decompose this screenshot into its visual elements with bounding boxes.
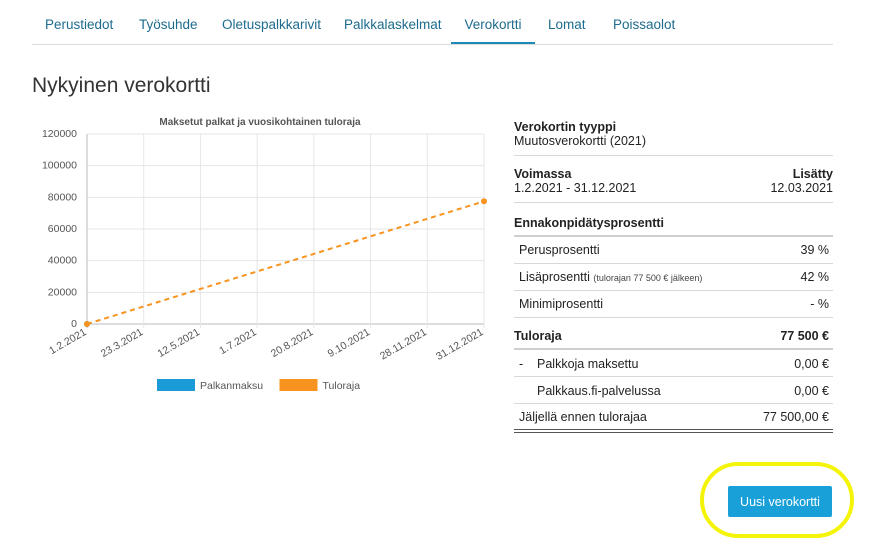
x-tick-label: 23.3.2021 xyxy=(99,326,146,360)
x-tick-label: 1.2.2021 xyxy=(47,326,89,357)
chart-grid xyxy=(86,133,485,328)
service-value: 0,00 € xyxy=(794,384,829,398)
x-tick-label: 9.10.2021 xyxy=(326,326,373,360)
tab-verokortti[interactable]: Verokortti xyxy=(451,0,535,44)
legend-label: Palkanmaksu xyxy=(200,380,263,392)
divider xyxy=(514,348,833,350)
tab-perustiedot[interactable]: Perustiedot xyxy=(45,0,113,43)
chart-legend: Palkanmaksu Tuloraja xyxy=(157,379,360,392)
divider xyxy=(514,317,833,318)
base-percent-value: 39 % xyxy=(800,243,830,257)
series-line xyxy=(86,200,485,325)
min-percent-value: - % xyxy=(810,297,829,311)
tab-tyosuhde[interactable]: Työsuhde xyxy=(139,0,198,43)
divider xyxy=(514,290,833,291)
tab-lomat[interactable]: Lomat xyxy=(548,0,586,43)
tab-palkkalaskelmat[interactable]: Palkkalaskelmat xyxy=(344,0,442,43)
divider xyxy=(514,403,833,404)
y-tick-label: 80000 xyxy=(48,191,77,203)
chart-title: Maksetut palkat ja vuosikohtainen tulora… xyxy=(159,117,361,128)
extra-percent-note: (tulorajan 77 500 € jälkeen) xyxy=(593,273,703,283)
x-tick-label: 1.7.2021 xyxy=(217,326,259,357)
divider xyxy=(514,263,833,264)
min-percent-label: Minimiprosentti xyxy=(519,297,604,311)
base-percent-label: Perusprosentti xyxy=(519,243,600,257)
data-point xyxy=(84,321,90,327)
extra-percent-label: Lisäprosentti (tulorajan 77 500 € jälkee… xyxy=(519,270,838,284)
divider xyxy=(514,432,833,433)
tab-bar: Perustiedot Työsuhde Oletuspalkkarivit P… xyxy=(32,0,833,45)
page-title: Nykyinen verokortti xyxy=(32,74,211,97)
tax-card-chart: Maksetut palkat ja vuosikohtainen tulora… xyxy=(42,117,487,392)
legend-swatch xyxy=(157,379,195,391)
divider xyxy=(514,376,833,377)
added-value: 12.03.2021 xyxy=(770,181,833,195)
legend-label: Tuloraja xyxy=(323,380,361,392)
legend-swatch xyxy=(279,379,318,391)
x-tick-label: 31.12.2021 xyxy=(434,326,486,363)
y-tick-label: 60000 xyxy=(48,223,77,235)
x-tick-label: 20.8.2021 xyxy=(269,326,316,360)
added-label: Lisätty xyxy=(792,167,833,181)
divider xyxy=(514,155,833,156)
paid-value: 0,00 € xyxy=(794,357,829,371)
y-tick-label: 40000 xyxy=(48,255,77,267)
x-tick-label: 12.5.2021 xyxy=(155,326,202,360)
tab-poissaolot[interactable]: Poissaolot xyxy=(613,0,675,43)
divider xyxy=(514,202,833,203)
chart-series xyxy=(84,198,487,327)
card-type-label: Verokortin tyyppi xyxy=(514,120,617,134)
x-axis-ticks: 1.2.2021 23.3.2021 12.5.2021 1.7.2021 20.8.2… xyxy=(47,326,486,363)
valid-label: Voimassa xyxy=(514,167,572,181)
extra-percent-text: Lisäprosentti xyxy=(519,270,590,284)
income-limit-value: 77 500 € xyxy=(780,329,829,343)
new-tax-card-button[interactable]: Uusi verokortti xyxy=(728,486,832,517)
y-tick-label: 0 xyxy=(71,318,77,330)
data-point xyxy=(481,198,487,205)
divider xyxy=(514,429,833,430)
divider xyxy=(514,235,833,237)
y-axis-ticks: 0 20000 40000 60000 80000 100000 120000 xyxy=(42,128,77,330)
y-tick-label: 120000 xyxy=(42,128,77,140)
tab-oletuspalkkarivit[interactable]: Oletuspalkkarivit xyxy=(222,0,321,43)
card-type-value: Muutosverokortti (2021) xyxy=(514,134,647,148)
withholding-label: Ennakonpidätysprosentti xyxy=(514,216,665,230)
x-tick-label: 28.11.2021 xyxy=(378,326,429,362)
extra-percent-value: 42 % xyxy=(800,270,830,284)
y-tick-label: 100000 xyxy=(42,160,77,172)
remaining-value: 77 500,00 € xyxy=(762,410,829,424)
y-tick-label: 20000 xyxy=(48,286,77,298)
